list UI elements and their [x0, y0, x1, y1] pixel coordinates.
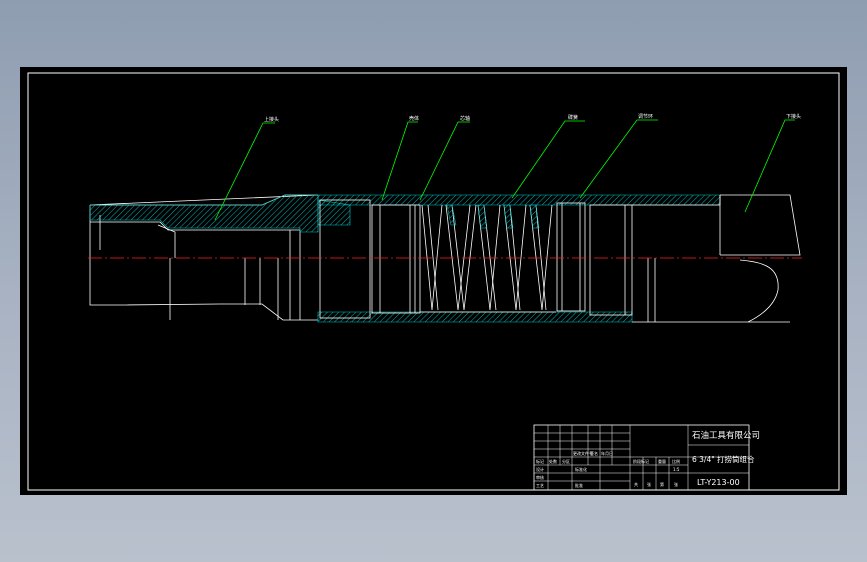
callout-labels: 上接头 壳体 芯轴 碟簧 调节环 下接头	[264, 113, 801, 123]
title-company: 石油工具有限公司	[692, 430, 760, 441]
tb-cell-sheets-b: 张	[674, 481, 678, 487]
tb-cell-review: 审核	[536, 474, 544, 480]
title-drawing-number: LT-Y213-00	[697, 478, 740, 487]
callout-label-adjust-ring: 调节环	[638, 113, 653, 120]
sheet-border	[27, 72, 840, 491]
upper-joint-section	[89, 194, 319, 233]
callout-label-disc-spring: 碟簧	[568, 114, 578, 121]
tb-cell-stage: 阶段标记	[633, 458, 649, 464]
tb-cell-signature: 签名	[590, 450, 598, 456]
tb-cell-weight: 重量	[658, 458, 666, 464]
tb-cell-total: 共	[634, 481, 638, 487]
callout-label-upper-joint: 上接头	[264, 116, 279, 123]
cad-drawing: 上接头 壳体 芯轴 碟簧 调节环 下接头 石油工具有限公司 6 3/4" 打捞筒…	[27, 72, 840, 491]
title-block: 石油工具有限公司 6 3/4" 打捞筒组合 LT-Y213-00 标记 处数 分…	[533, 424, 760, 491]
title-part-name: 6 3/4" 打捞筒组合	[692, 454, 755, 464]
tb-cell-sheet-no: 第	[660, 481, 664, 487]
tb-cell-zone: 分区	[562, 458, 570, 464]
tb-cell-standard: 标准化	[575, 466, 587, 472]
tb-cell-approve: 批准	[575, 482, 583, 488]
tb-cell-mark: 标记	[536, 458, 544, 464]
tb-cell-scale: 比例	[672, 458, 680, 464]
lower-joint	[632, 194, 801, 323]
tb-cell-design: 设计	[536, 466, 544, 472]
tb-cell-date: 年月日	[601, 450, 613, 456]
tb-cell-count: 处数	[549, 458, 557, 464]
callout-label-mandrel: 芯轴	[460, 115, 470, 122]
tb-cell-scale-value: 1:5	[673, 467, 680, 472]
tb-cell-process: 工艺	[536, 483, 544, 488]
mandrel	[319, 199, 633, 319]
callout-label-lower-joint: 下接头	[786, 113, 801, 120]
tb-cell-sheets-a: 张	[647, 481, 651, 487]
callout-label-housing: 壳体	[409, 115, 419, 122]
